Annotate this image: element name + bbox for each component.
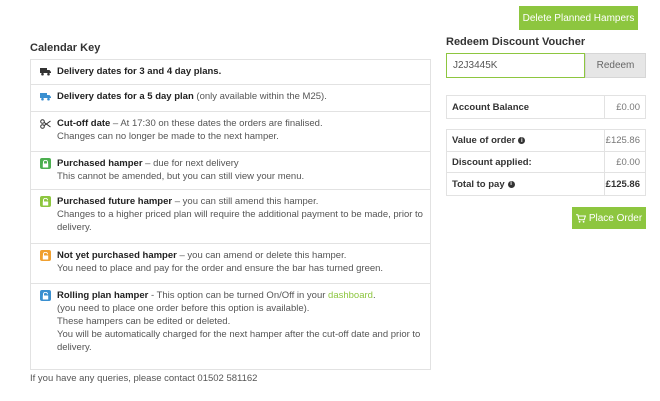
unlock-orange-icon <box>40 250 51 261</box>
key-rest: – you can still amend this hamper. <box>172 196 319 207</box>
key-rest: - This option can be turned On/Off in yo… <box>148 290 329 301</box>
place-order-label: Place Order <box>588 212 643 224</box>
cart-icon <box>575 213 586 223</box>
info-icon[interactable]: i <box>507 180 515 188</box>
discount-applied-value: £0.00 <box>604 152 645 172</box>
key-bold: Purchased hamper <box>57 158 143 169</box>
place-order-button[interactable]: Place Order <box>572 207 646 229</box>
key-bold: Delivery dates for 3 and 4 day plans. <box>57 66 222 77</box>
key-rest: – due for next delivery <box>142 158 239 169</box>
value-of-order-value: £125.86 <box>604 130 645 151</box>
info-icon[interactable]: i <box>518 137 526 144</box>
account-balance-table: Account Balance £0.00 <box>446 95 646 119</box>
key-row-delivery-5: Delivery dates for a 5 day plan (only av… <box>31 85 430 112</box>
key-rest: (only available within the M25). <box>193 91 327 102</box>
voucher-input[interactable]: J2J3445K <box>446 53 585 78</box>
lock-green-icon <box>40 158 51 169</box>
unlock-blue-icon <box>40 290 51 301</box>
total-to-pay-label: Total to pay <box>452 178 505 190</box>
key-line: You will be automatically charged for th… <box>57 329 421 353</box>
scissors-icon <box>40 118 51 129</box>
key-line: These hampers can be edited or deleted. <box>57 316 231 327</box>
key-row-rolling: Rolling plan hamper - This option can be… <box>31 284 430 369</box>
key-row-delivery-3-4: Delivery dates for 3 and 4 day plans. <box>31 60 430 85</box>
key-row-not-purchased: Not yet purchased hamper – you can amend… <box>31 244 430 284</box>
truck-blue-icon <box>40 91 51 102</box>
contact-note: If you have any queries, please contact … <box>30 373 258 384</box>
value-of-order-label: Value of order <box>452 135 516 146</box>
dashboard-link[interactable]: dashboard <box>328 290 373 301</box>
key-row-future: Purchased future hamper – you can still … <box>31 190 430 244</box>
key-bold: Cut-off date <box>57 118 111 129</box>
key-rest: – you can amend or delete this hamper. <box>176 250 347 261</box>
key-row-purchased: Purchased hamper – due for next delivery… <box>31 152 430 190</box>
account-balance-value: £0.00 <box>604 96 645 118</box>
total-to-pay-value: £125.86 <box>604 173 645 195</box>
voucher-title: Redeem Discount Voucher <box>446 36 586 48</box>
key-line: This cannot be amended, but you can stil… <box>57 171 305 182</box>
account-balance-label: Account Balance <box>452 101 530 113</box>
order-summary-table: Value of order i £125.86 Discount applied… <box>446 129 646 196</box>
delete-planned-hampers-button[interactable]: Delete Planned Hampers <box>519 6 638 30</box>
key-line: (you need to place one order before this… <box>57 303 310 314</box>
key-rest: – At 17:30 on these dates the orders are… <box>110 118 323 129</box>
key-line: Changes to a higher priced plan will req… <box>57 209 423 233</box>
key-bold: Delivery dates for a 5 day plan <box>57 91 194 102</box>
redeem-button[interactable]: Redeem <box>585 53 646 78</box>
unlock-green-icon <box>40 196 51 207</box>
calendar-key-title: Calendar Key <box>30 42 101 54</box>
truck-icon <box>40 66 51 77</box>
key-bold: Purchased future hamper <box>57 196 173 207</box>
key-line: Changes can no longer be made to the nex… <box>57 131 279 142</box>
calendar-key-list: Delivery dates for 3 and 4 day plans. De… <box>30 59 431 370</box>
key-row-cut-off: Cut-off date – At 17:30 on these dates t… <box>31 112 430 152</box>
key-bold: Not yet purchased hamper <box>57 250 177 261</box>
key-rest: . <box>372 290 376 301</box>
key-line: You need to place and pay for the order … <box>57 263 384 274</box>
discount-applied-label: Discount applied: <box>452 156 532 168</box>
key-bold: Rolling plan hamper <box>57 290 149 301</box>
